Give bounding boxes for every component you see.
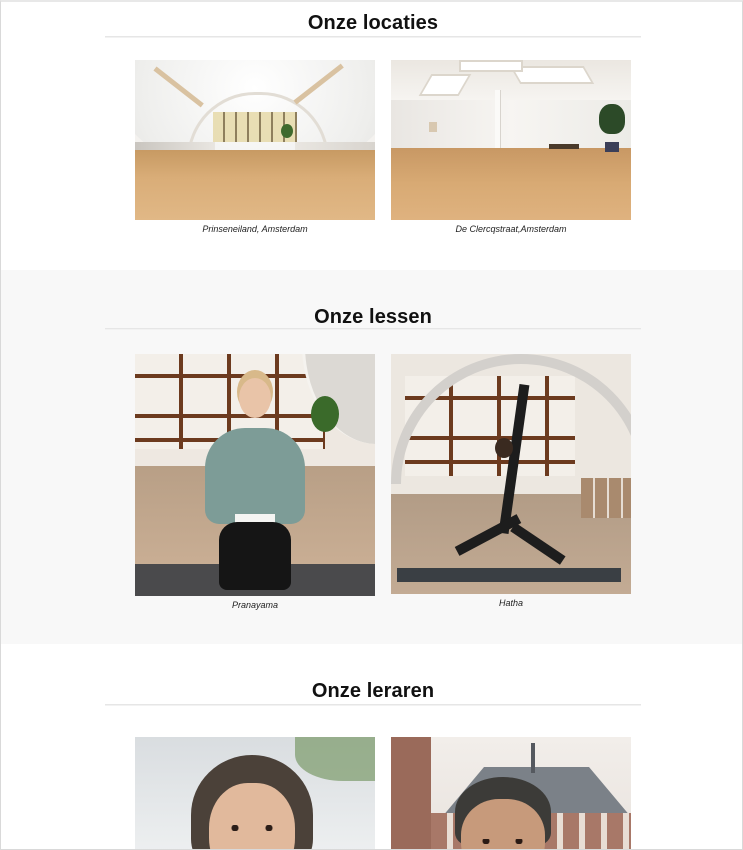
location-photo-prinseneiland[interactable] [135,60,375,220]
lesson-caption: Pranayama [231,600,279,610]
page: Onze locaties Prinseneiland, Amsterdam D… [0,0,743,850]
teacher-photo-2[interactable] [391,737,631,849]
lessons-heading: Onze lessen [314,306,432,328]
location-caption: Prinseneiland, Amsterdam [202,224,308,234]
location-photo-de-clercqstraat[interactable] [391,60,631,220]
teachers-divider [105,704,641,706]
lesson-photo-pranayama[interactable] [135,354,375,596]
lessons-divider [105,328,641,330]
locations-heading: Onze locaties [307,12,439,34]
locations-divider [105,36,641,38]
lesson-caption: Hatha [498,598,524,608]
locations-section: Onze locaties Prinseneiland, Amsterdam D… [1,2,742,270]
teachers-heading: Onze leraren [311,680,435,702]
teacher-photo-1[interactable] [135,737,375,849]
lesson-photo-hatha[interactable] [391,354,631,594]
location-caption: De Clercqstraat,Amsterdam [455,224,567,234]
